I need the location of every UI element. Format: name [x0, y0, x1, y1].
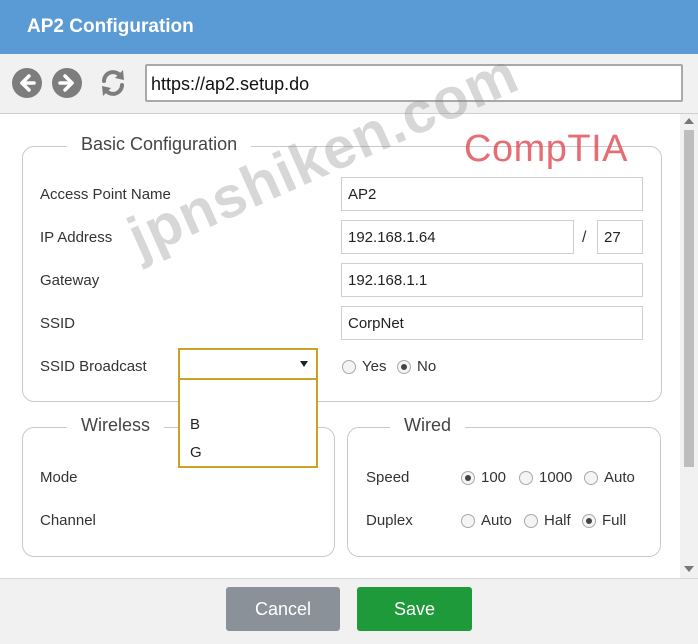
gateway-label: Gateway — [40, 272, 100, 289]
wired-legend: Wired — [390, 415, 466, 436]
channel-label: Channel — [40, 512, 96, 529]
mode-option-b[interactable]: B — [190, 416, 200, 433]
duplex-label: Duplex — [366, 512, 413, 529]
mode-dropdown-list: B G — [178, 380, 318, 468]
ssid-field[interactable]: CorpNet — [341, 306, 643, 340]
broadcast-no-label: No — [417, 358, 437, 375]
save-button[interactable]: Save — [357, 587, 472, 631]
wired-group: Wired — [347, 415, 661, 557]
address-bar[interactable]: https://ap2.setup.do — [145, 64, 683, 102]
broadcast-yes-radio[interactable] — [342, 360, 356, 374]
speed-1000-radio[interactable] — [519, 471, 533, 485]
subnet-prefix-field[interactable]: 27 — [597, 220, 643, 254]
basic-configuration-legend: Basic Configuration — [67, 134, 252, 155]
cancel-button[interactable]: Cancel — [226, 587, 340, 631]
prefix-separator: / — [582, 229, 587, 246]
ip-address-field[interactable]: 192.168.1.64 — [341, 220, 574, 254]
mode-label: Mode — [40, 469, 78, 486]
ssid-broadcast-label: SSID Broadcast — [40, 358, 147, 375]
wireless-legend: Wireless — [67, 415, 165, 436]
speed-100-label: 100 — [481, 469, 507, 486]
duplex-auto-radio[interactable] — [461, 514, 475, 528]
mode-select[interactable] — [178, 348, 318, 380]
browser-toolbar: https://ap2.setup.do — [0, 54, 698, 114]
duplex-auto-label: Auto — [481, 512, 512, 529]
duplex-full-label: Full — [602, 512, 627, 529]
chevron-down-icon[interactable] — [300, 361, 308, 367]
broadcast-no-radio[interactable] — [397, 360, 411, 374]
duplex-full-radio[interactable] — [582, 514, 596, 528]
dialog-footer: Cancel Save — [0, 578, 698, 644]
speed-1000-label: 1000 — [539, 469, 573, 486]
mode-option-g[interactable]: G — [190, 444, 202, 461]
ssid-label: SSID — [40, 315, 76, 332]
speed-auto-label: Auto — [604, 469, 635, 486]
gateway-field[interactable]: 192.168.1.1 — [341, 263, 643, 297]
speed-label: Speed — [366, 469, 410, 486]
duplex-half-label: Half — [544, 512, 571, 529]
speed-auto-radio[interactable] — [584, 471, 598, 485]
scroll-up-icon[interactable] — [684, 118, 694, 124]
back-icon[interactable] — [12, 68, 42, 98]
ap-name-label: Access Point Name — [40, 186, 171, 203]
forward-icon[interactable] — [52, 68, 82, 98]
ip-address-label: IP Address — [40, 229, 113, 246]
vertical-scrollbar[interactable] — [680, 114, 698, 578]
config-content: Basic Configuration Access Point Name AP… — [0, 114, 680, 578]
speed-100-radio[interactable] — [461, 471, 475, 485]
window-title: AP2 Configuration — [27, 16, 194, 37]
reload-icon[interactable] — [96, 66, 130, 100]
ap-name-field[interactable]: AP2 — [341, 177, 643, 211]
title-bar: AP2 Configuration — [0, 0, 698, 54]
scroll-thumb[interactable] — [684, 130, 694, 467]
duplex-half-radio[interactable] — [524, 514, 538, 528]
broadcast-yes-label: Yes — [362, 358, 387, 375]
scroll-down-icon[interactable] — [684, 566, 694, 572]
